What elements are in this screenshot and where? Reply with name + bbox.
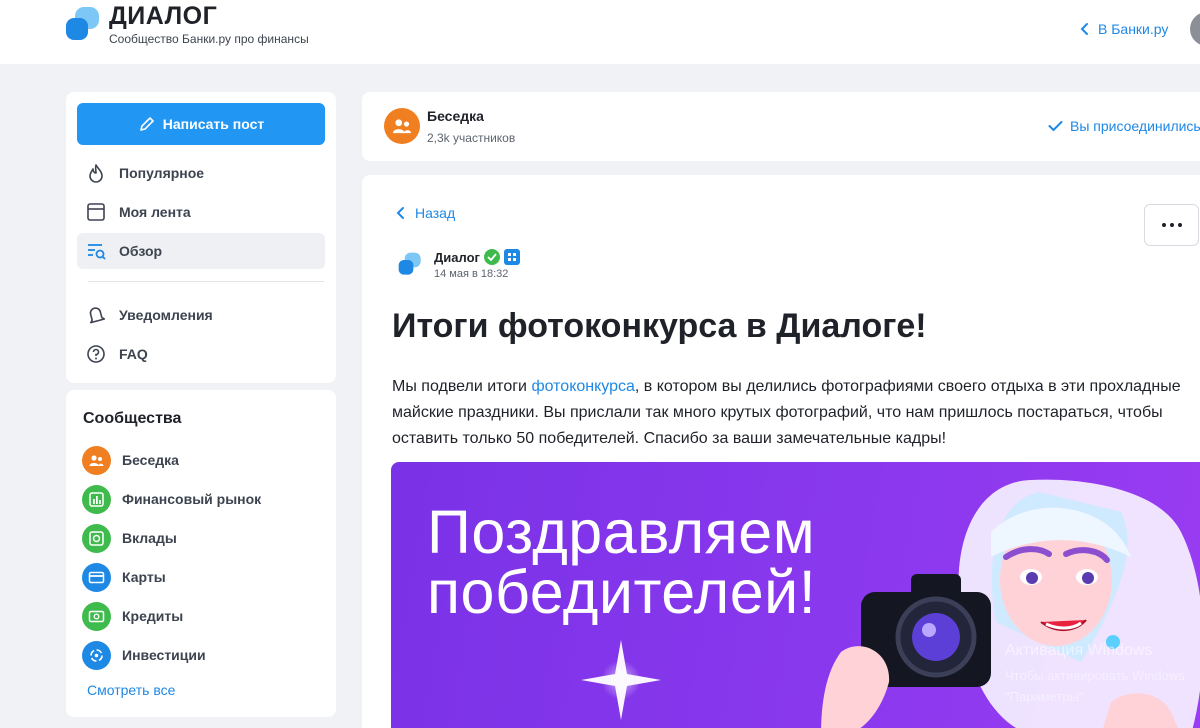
dot-icon — [1169, 223, 1174, 227]
see-all-communities-link[interactable]: Смотреть все — [87, 682, 175, 698]
chevron-left-icon — [1080, 23, 1088, 35]
people-icon[interactable] — [384, 108, 420, 144]
photo-contest-link[interactable]: фотоконкурса — [531, 378, 634, 395]
windows-activation-title: Активация Windows — [1005, 642, 1153, 659]
bell-icon — [89, 307, 106, 324]
community-item[interactable]: Инвестиции — [82, 639, 206, 671]
safe-icon — [82, 523, 111, 553]
back-to-banki-label: В Банки.ру — [1098, 21, 1169, 37]
browse-icon — [88, 244, 106, 260]
communities-panel: Сообщества Беседка Финансовый рынок Вкла… — [66, 390, 336, 717]
post-title: Итоги фотоконкурса в Диалоге! — [392, 307, 927, 345]
brand-name[interactable]: ДИАЛОГ — [109, 2, 217, 31]
brand-tagline: Сообщество Банки.ру про финансы — [109, 32, 309, 46]
joined-button[interactable]: Вы присоединились — [1048, 118, 1200, 134]
post-back-label: Назад — [415, 205, 456, 221]
post-author[interactable]: Диалог — [434, 249, 520, 265]
dot-icon — [1161, 223, 1166, 227]
community-members-count: 2,3k участников — [427, 131, 516, 145]
write-post-label: Написать пост — [162, 116, 265, 132]
sidebar-item-label: Популярное — [119, 165, 205, 181]
community-label: Карты — [122, 569, 166, 585]
pencil-icon — [139, 116, 154, 131]
community-label: Финансовый рынок — [122, 491, 262, 507]
sidebar-item-label: Уведомления — [119, 307, 213, 323]
communities-title: Сообщества — [83, 410, 182, 427]
post-back-link[interactable]: Назад — [396, 205, 455, 221]
sidebar-item-notifications[interactable]: Уведомления — [77, 297, 325, 333]
top-header: ДИАЛОГ Сообщество Банки.ру про финансы В… — [0, 0, 1200, 64]
sidebar-item-faq[interactable]: FAQ — [77, 336, 325, 372]
windows-activation-line: "Параметры". — [1005, 689, 1088, 704]
verified-icon — [483, 249, 500, 265]
windows-activation-text: Чтобы активировать Windows "Параметры". — [1005, 665, 1185, 707]
card-icon — [82, 562, 111, 592]
people-icon — [82, 445, 111, 475]
author-avatar[interactable] — [398, 252, 422, 276]
post-body: Мы подвели итоги фотоконкурса, в котором… — [392, 374, 1200, 452]
write-post-button[interactable]: Написать пост — [77, 103, 325, 145]
user-avatar[interactable] — [1190, 12, 1200, 46]
check-icon — [1048, 121, 1063, 131]
sidebar-item-browse[interactable]: Обзор — [77, 233, 325, 269]
dialog-logo-icon[interactable] — [66, 6, 100, 42]
back-to-banki-link[interactable]: В Банки.ру — [1080, 21, 1168, 37]
sidebar-nav: Написать пост Популярное Моя лента Обзор… — [66, 92, 336, 383]
post-text-intro: Мы подвели итоги — [392, 378, 532, 395]
post-author-name: Диалог — [434, 249, 480, 265]
sidebar-item-label: Моя лента — [119, 204, 191, 220]
question-icon — [87, 345, 105, 363]
community-item[interactable]: Вклады — [82, 522, 177, 554]
community-label: Вклады — [122, 530, 177, 546]
official-badge-icon — [503, 249, 520, 265]
nav-divider — [88, 281, 324, 282]
windows-activation-line: Чтобы активировать Windows — [1005, 668, 1185, 683]
invest-icon — [82, 640, 111, 670]
community-header: Беседка 2,3k участников Вы присоединилис… — [362, 92, 1200, 161]
community-label: Беседка — [122, 452, 179, 468]
community-item[interactable]: Финансовый рынок — [82, 483, 261, 515]
community-name[interactable]: Беседка — [427, 108, 484, 124]
sidebar-item-feed[interactable]: Моя лента — [77, 194, 325, 230]
community-label: Кредиты — [122, 608, 184, 624]
loan-icon — [82, 601, 111, 631]
community-label: Инвестиции — [122, 647, 206, 663]
sidebar-item-label: FAQ — [119, 346, 148, 362]
community-item[interactable]: Беседка — [82, 444, 179, 476]
fire-icon — [89, 164, 103, 183]
community-item[interactable]: Карты — [82, 561, 166, 593]
community-item[interactable]: Кредиты — [82, 600, 183, 632]
more-options-button[interactable] — [1144, 204, 1199, 246]
sidebar-item-label: Обзор — [119, 243, 163, 259]
post-date: 14 мая в 18:32 — [434, 268, 509, 280]
sidebar-item-popular[interactable]: Популярное — [77, 155, 325, 191]
bar-chart-icon — [82, 484, 111, 514]
chevron-left-icon — [396, 207, 404, 219]
banner-heading-line2: победителей! — [427, 558, 817, 626]
dot-icon — [1177, 223, 1182, 227]
joined-label: Вы присоединились — [1070, 118, 1200, 134]
feed-icon — [87, 203, 105, 221]
